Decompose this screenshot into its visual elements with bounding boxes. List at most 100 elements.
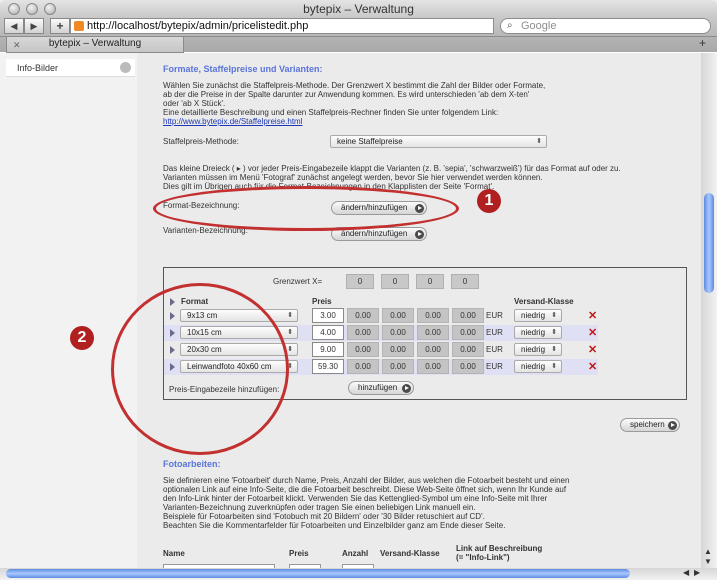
staffelpreise-link[interactable]: http://www.bytepix.de/Staffelpreise.html — [163, 117, 302, 127]
sidebar: Info-Bilder — [0, 53, 137, 568]
grenzwert-field[interactable]: 0 — [416, 274, 444, 289]
site-favicon-icon — [74, 21, 84, 31]
delete-row-icon[interactable]: ✕ — [588, 362, 597, 373]
save-button[interactable]: speichern — [620, 418, 680, 432]
tier-price-field[interactable]: 0.00 — [417, 359, 449, 374]
select-value: niedrig — [521, 311, 546, 320]
chevron-updown-icon: ⬍ — [551, 363, 557, 370]
button-label: ändern/hinzufügen — [341, 229, 408, 238]
grenzwert-field[interactable]: 0 — [381, 274, 409, 289]
chevron-updown-icon: ⬍ — [287, 329, 293, 336]
window-title: bytepix – Verwaltung — [303, 2, 414, 16]
tier-price-field[interactable]: 0.00 — [382, 359, 414, 374]
shipping-select[interactable]: niedrig ⬍ — [514, 360, 562, 373]
annotation-marker: 1 — [477, 189, 501, 213]
staffelpreis-method-select[interactable]: keine Staffelpreise ⬍ — [330, 135, 547, 148]
grenzwert-field[interactable]: 0 — [346, 274, 374, 289]
play-arrow-icon — [668, 421, 677, 430]
col-header-versand: Versand-Klasse — [380, 549, 440, 558]
chevron-updown-icon: ⬍ — [287, 346, 293, 353]
title-bar: bytepix – Verwaltung — [0, 0, 717, 18]
price-input[interactable]: 4.00 — [312, 325, 344, 340]
annotation-marker: 2 — [70, 326, 94, 350]
shipping-select[interactable]: niedrig ⬍ — [514, 343, 562, 356]
button-label: hinzufügen — [358, 383, 398, 392]
col-header-name: Name — [163, 549, 185, 558]
tier-price-field[interactable]: 0.00 — [347, 308, 379, 323]
tier-price-field[interactable]: 0.00 — [452, 359, 484, 374]
delete-row-icon[interactable]: ✕ — [588, 328, 597, 339]
tier-price-field[interactable]: 0.00 — [347, 359, 379, 374]
col-header-anzahl: Anzahl — [342, 549, 369, 558]
shipping-select[interactable]: niedrig ⬍ — [514, 326, 562, 339]
col-header-versand: Versand-Klasse — [514, 297, 574, 306]
forward-button[interactable]: ▶ — [24, 18, 44, 34]
back-button[interactable]: ◀ — [4, 18, 24, 34]
grenzwert-label: Grenzwert X= — [273, 277, 323, 286]
tier-price-field[interactable]: 0.00 — [382, 342, 414, 357]
zoom-window-button[interactable] — [44, 3, 56, 15]
close-window-button[interactable] — [8, 3, 20, 15]
close-tab-icon[interactable]: ✕ — [13, 38, 21, 52]
horizontal-scrollbar[interactable]: ◀ ▶ — [0, 568, 717, 580]
select-value: niedrig — [521, 362, 546, 371]
chevron-right-icon — [120, 62, 131, 73]
delete-row-icon[interactable]: ✕ — [588, 345, 597, 356]
toolbar: ◀ ▶ + http://localhost/bytepix/admin/pri… — [0, 18, 717, 36]
select-value: niedrig — [521, 328, 546, 337]
chevron-updown-icon: ⬍ — [536, 138, 542, 145]
vertical-scrollbar[interactable]: ▲ ▼ — [701, 53, 717, 568]
search-placeholder: Google — [521, 20, 557, 32]
tier-price-field[interactable]: 0.00 — [452, 325, 484, 340]
currency-label: EUR — [486, 328, 503, 337]
tier-price-field[interactable]: 0.00 — [382, 308, 414, 323]
scroll-down-icon[interactable]: ▼ — [704, 557, 712, 566]
price-input[interactable]: 59.30 — [312, 359, 344, 374]
play-arrow-icon — [402, 384, 411, 393]
url-field[interactable]: http://localhost/bytepix/admin/pricelist… — [70, 18, 494, 34]
browser-window: bytepix – Verwaltung ◀ ▶ + http://localh… — [0, 0, 717, 580]
tier-price-field[interactable]: 0.00 — [347, 325, 379, 340]
section-heading-fotoarbeiten: Fotoarbeiten: — [163, 459, 221, 469]
price-input[interactable]: 9.00 — [312, 342, 344, 357]
col-header-link: Link auf Beschreibung — [456, 544, 543, 553]
sidebar-item-label: Info-Bilder — [17, 63, 59, 73]
tab-active[interactable]: ✕ bytepix – Verwaltung — [6, 37, 184, 53]
search-field[interactable]: ⌕ Google — [500, 18, 711, 34]
minimize-window-button[interactable] — [26, 3, 38, 15]
delete-row-icon[interactable]: ✕ — [588, 311, 597, 322]
tier-price-field[interactable]: 0.00 — [382, 325, 414, 340]
page-viewport: Info-Bilder Formate, Staffelpreise und V… — [0, 53, 701, 568]
currency-label: EUR — [486, 311, 503, 320]
col-header-preis: Preis — [289, 549, 309, 558]
url-text: http://localhost/bytepix/admin/pricelist… — [87, 20, 309, 32]
play-arrow-icon — [415, 230, 424, 239]
tier-price-field[interactable]: 0.00 — [452, 342, 484, 357]
tier-price-field[interactable]: 0.00 — [417, 325, 449, 340]
currency-label: EUR — [486, 362, 503, 371]
staffelpreis-method-label: Staffelpreis-Methode: — [163, 137, 239, 146]
tier-price-field[interactable]: 0.00 — [452, 308, 484, 323]
chevron-updown-icon: ⬍ — [287, 312, 293, 319]
new-tab-button[interactable]: + — [699, 37, 713, 51]
scroll-left-icon[interactable]: ◀ — [683, 568, 689, 577]
sidebar-item-info-bilder[interactable]: Info-Bilder — [6, 59, 135, 77]
add-bookmark-button[interactable]: + — [50, 18, 70, 34]
tier-price-field[interactable]: 0.00 — [417, 342, 449, 357]
price-input[interactable]: 3.00 — [312, 308, 344, 323]
col-header-link-sub: (= "Info-Link") — [456, 553, 510, 562]
tier-price-field[interactable]: 0.00 — [347, 342, 379, 357]
grenzwert-field[interactable]: 0 — [451, 274, 479, 289]
tier-price-field[interactable]: 0.00 — [417, 308, 449, 323]
horizontal-scroll-thumb[interactable] — [6, 569, 630, 578]
vertical-scroll-thumb[interactable] — [704, 193, 714, 293]
scroll-right-icon[interactable]: ▶ — [694, 568, 700, 577]
scroll-up-icon[interactable]: ▲ — [704, 547, 712, 556]
chevron-updown-icon: ⬍ — [551, 329, 557, 336]
tab-bar: ✕ bytepix – Verwaltung + — [0, 36, 717, 53]
search-icon: ⌕ — [507, 20, 513, 31]
add-row-button[interactable]: hinzufügen — [348, 381, 414, 395]
shipping-select[interactable]: niedrig ⬍ — [514, 309, 562, 322]
annotation-ellipse — [111, 283, 289, 455]
chevron-updown-icon: ⬍ — [551, 312, 557, 319]
